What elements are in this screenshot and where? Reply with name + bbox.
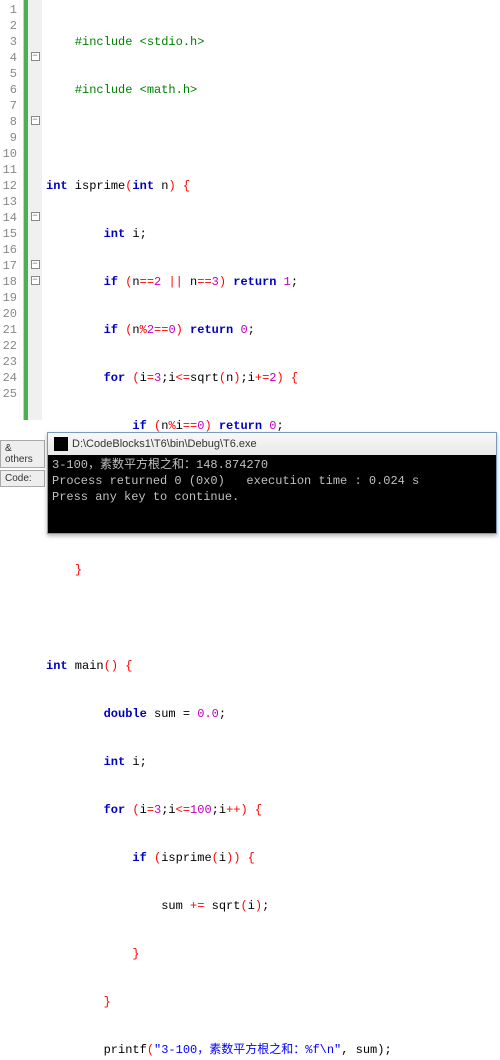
code-line[interactable]: printf("3-100，素数平方根之和：%f\n", sum); bbox=[46, 1042, 392, 1058]
console-line: Process returned 0 (0x0) execution time … bbox=[52, 473, 492, 489]
code-line[interactable]: #include <stdio.h> bbox=[46, 34, 392, 50]
code-line[interactable]: sum += sqrt(i); bbox=[46, 898, 392, 914]
code-line[interactable]: int isprime(int n) { bbox=[46, 178, 392, 194]
code-line[interactable]: double sum = 0.0; bbox=[46, 706, 392, 722]
console-output[interactable]: 3-100，素数平方根之和：148.874270Process returned… bbox=[48, 455, 496, 533]
code-line[interactable]: int main() { bbox=[46, 658, 392, 674]
code-line[interactable]: #include <math.h> bbox=[46, 82, 392, 98]
others-tab[interactable]: & others bbox=[0, 440, 45, 468]
code-line[interactable]: if (n==2 || n==3) return 1; bbox=[46, 274, 392, 290]
code-line[interactable] bbox=[46, 610, 392, 626]
fold-toggle-icon[interactable]: − bbox=[28, 272, 42, 288]
code-line[interactable]: if (isprime(i)) { bbox=[46, 850, 392, 866]
fold-gutter: − − − − − bbox=[28, 0, 42, 420]
console-window[interactable]: D:\CodeBlocks1\T6\bin\Debug\T6.exe 3-100… bbox=[47, 432, 497, 534]
console-title-bar[interactable]: D:\CodeBlocks1\T6\bin\Debug\T6.exe bbox=[48, 433, 496, 455]
code-line[interactable]: } bbox=[46, 562, 392, 578]
code-area[interactable]: #include <stdio.h> #include <math.h> int… bbox=[42, 0, 396, 420]
console-icon bbox=[54, 437, 68, 451]
code-tab[interactable]: Code: bbox=[0, 470, 45, 487]
side-panel-tabs: & others Code: bbox=[0, 440, 45, 489]
console-line: 3-100，素数平方根之和：148.874270 bbox=[52, 457, 492, 473]
fold-toggle-icon[interactable]: − bbox=[28, 208, 42, 224]
code-line[interactable]: } bbox=[46, 946, 392, 962]
code-line[interactable]: for (i=3;i<=sqrt(n);i+=2) { bbox=[46, 370, 392, 386]
code-editor[interactable]: 123 456 789 101112 131415 161718 192021 … bbox=[0, 0, 500, 420]
code-line[interactable]: int i; bbox=[46, 226, 392, 242]
console-line: Press any key to continue. bbox=[52, 489, 492, 505]
code-line[interactable]: int i; bbox=[46, 754, 392, 770]
fold-toggle-icon[interactable]: − bbox=[28, 112, 42, 128]
fold-toggle-icon[interactable]: − bbox=[28, 256, 42, 272]
line-number-gutter: 123 456 789 101112 131415 161718 192021 … bbox=[0, 0, 24, 420]
console-title: D:\CodeBlocks1\T6\bin\Debug\T6.exe bbox=[72, 438, 257, 450]
code-line[interactable]: } bbox=[46, 994, 392, 1010]
fold-toggle-icon[interactable]: − bbox=[28, 48, 42, 64]
code-line[interactable] bbox=[46, 130, 392, 146]
code-line[interactable]: for (i=3;i<=100;i++) { bbox=[46, 802, 392, 818]
code-line[interactable]: if (n%2==0) return 0; bbox=[46, 322, 392, 338]
